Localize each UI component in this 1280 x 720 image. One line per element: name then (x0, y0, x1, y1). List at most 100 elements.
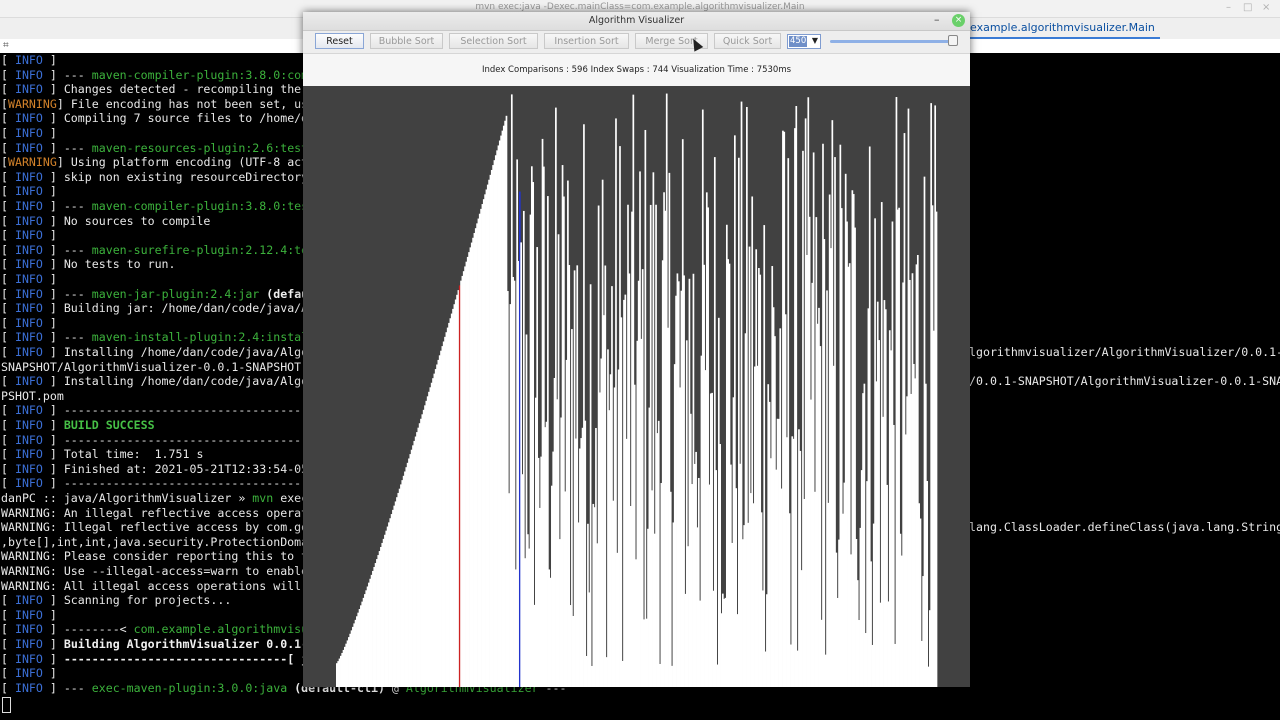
selection-sort-button[interactable]: Selection Sort (449, 33, 538, 49)
terminal-line-continuation: /0.0.1-SNAPSHOT/AlgorithmVisualizer-0.0.… (969, 374, 1280, 389)
terminal-text-segment: [ (1, 593, 15, 608)
terminal-text-segment: [ (1, 680, 15, 695)
terminal-line: [ INFO ] (1, 126, 57, 141)
array-bar (657, 420, 660, 687)
terminal-line: [ INFO ] Finished at: 2021-05-21T12:33:5… (1, 462, 329, 477)
terminal-text-segment: Building AlgorithmVisualizer 0.0.1-SNAP (63, 637, 337, 651)
terminal-line: [ INFO ] --- maven-surefire-plugin:2.12.… (1, 243, 322, 258)
terminal-line: [ INFO ] (1, 272, 57, 287)
terminal-text-segment: [ (1, 476, 15, 491)
terminal-text-segment: INFO (14, 184, 43, 199)
array-bar (644, 129, 647, 687)
terminal-text-segment: INFO (14, 301, 43, 316)
minimize-icon[interactable]: – (934, 13, 940, 26)
terminal-text-segment: ] (42, 53, 64, 67)
terminal-text-segment: [ (1, 315, 15, 330)
terminal-text-segment: ] --- (42, 140, 92, 155)
terminal-text-segment: INFO (14, 593, 43, 608)
array-bar (669, 491, 672, 687)
terminal-line: [ INFO ] Changes detected - recompiling … (1, 82, 336, 97)
visualizer-titlebar[interactable]: Algorithm Visualizer – × (303, 12, 970, 31)
terminal-cursor (2, 697, 11, 713)
minimize-icon[interactable]: – (1226, 2, 1231, 13)
bubble-sort-button[interactable]: Bubble Sort (370, 33, 443, 49)
array-bar (620, 317, 623, 687)
quick-sort-button[interactable]: Quick Sort (714, 33, 781, 49)
terminal-line: [ INFO ] --- maven-compiler-plugin:3.8.0… (1, 68, 329, 83)
terminal-text-segment: INFO (14, 680, 43, 695)
terminal-text-segment: ] ------------------------------------ (42, 403, 316, 418)
terminal-text-segment: ] --- (42, 680, 92, 695)
terminal-text-segment: WARNING: Use --illegal-access=warn to en… (1, 564, 323, 578)
terminal-text-segment: INFO (14, 126, 43, 140)
chevron-down-icon[interactable]: ▼ (812, 36, 818, 45)
terminal-text-segment: BUILD SUCCESS (63, 418, 155, 432)
terminal-text-segment: PSHOT.pom (1, 388, 64, 403)
terminal-text-segment: INFO (14, 169, 43, 184)
terminal-line: [ INFO ] Installing /home/dan/code/java/… (1, 345, 336, 360)
terminal-window-title: mvn exec:java -Dexec.mainClass=com.examp… (475, 2, 805, 12)
terminal-text-segment: INFO (14, 199, 43, 213)
terminal-text-segment: INFO (14, 257, 43, 272)
close-icon[interactable]: × (952, 14, 965, 27)
terminal-text-segment: [ (1, 82, 15, 97)
terminal-text-segment: INFO (14, 461, 43, 476)
insertion-sort-button[interactable]: Insertion Sort (544, 33, 629, 49)
terminal-line: [ INFO ] --- maven-install-plugin:2.4:in… (1, 330, 336, 345)
terminal-text-segment: ] No sources to compile (42, 213, 211, 228)
terminal-line: [ INFO ] (1, 666, 57, 681)
terminal-text-segment: INFO (14, 637, 43, 651)
terminal-text-segment: INFO (14, 476, 43, 491)
terminal-text-segment: [ (1, 461, 15, 476)
terminal-line: [ INFO ] (1, 608, 57, 623)
terminal-text-segment: ] No tests to run. (42, 257, 176, 272)
sort-visualization-canvas (303, 86, 970, 687)
terminal-text-segment: INFO (14, 286, 43, 301)
speed-slider-track[interactable] (830, 40, 958, 43)
terminal-text-segment: ] ------------------------------------ (42, 432, 316, 447)
terminal-line: [ INFO ] -------------------------------… (1, 403, 315, 418)
terminal-line: [ INFO ] --- maven-jar-plugin:2.4:jar (d… (1, 287, 336, 302)
menu-icon[interactable]: ⌗ (3, 40, 9, 51)
terminal-text-segment: [ (1, 330, 15, 345)
maximize-icon[interactable]: □ (1243, 2, 1252, 13)
terminal-text-segment: ] Total time: 1.751 s (42, 447, 204, 462)
terminal-line: [ INFO ] Scanning for projects... (1, 593, 231, 608)
terminal-line: [ INFO ] -------------------------------… (1, 652, 322, 667)
speed-slider-thumb[interactable] (948, 35, 959, 46)
terminal-text-segment: ] Installing /home/dan/code/java/Algorit (42, 374, 330, 389)
array-size-select[interactable]: 450 ▼ (787, 34, 821, 49)
terminal-text-segment: [ (1, 184, 15, 199)
terminal-line: [ INFO ] Compiling 7 source files to /ho… (1, 111, 336, 126)
terminal-text-segment: [ (1, 199, 15, 213)
terminal-line-continuation: lang.ClassLoader.defineClass(java.lang.S… (969, 520, 1280, 535)
reset-button[interactable]: Reset (315, 33, 364, 49)
terminal-text-segment: ,byte[],int,int,java.security.Protection… (1, 534, 323, 549)
terminal-line: [ INFO ] --- maven-compiler-plugin:3.8.0… (1, 199, 336, 214)
terminal-text-segment: INFO (14, 330, 43, 345)
terminal-line: ,byte[],int,int,java.security.Protection… (1, 535, 322, 550)
terminal-text-segment: ] ------------------------------------ (42, 476, 316, 491)
terminal-line: [ INFO ] skip non existing resourceDirec… (1, 170, 336, 185)
close-icon[interactable]: × (1262, 2, 1270, 13)
array-bar (935, 211, 938, 687)
terminal-text-segment: maven-install-plugin:2.4:install (91, 330, 316, 345)
terminal-text-segment: [ (1, 53, 15, 67)
terminal-tab[interactable]: example.algorithmvisualizer.Main (970, 21, 1155, 34)
terminal-text-segment: INFO (14, 418, 43, 432)
terminal-text-segment: [ (1, 418, 15, 432)
terminal-text-segment: [ (1, 111, 15, 126)
terminal-text-segment: ] Finished at: 2021-05-21T12:33:54-05:00 (42, 461, 330, 476)
terminal-text-segment: ] Building jar: /home/dan/code/java/Algo (42, 301, 330, 316)
terminal-line: [ INFO ] -------------------------------… (1, 476, 315, 491)
terminal-line-continuation: lgorithmvisualizer/AlgorithmVisualizer/0… (969, 345, 1280, 359)
terminal-line: [ INFO ] (1, 53, 64, 68)
terminal-text-segment: ] (42, 418, 64, 432)
terminal-text-segment: WARNING: All illegal access operations w… (1, 578, 323, 593)
terminal-text-segment: [ (1, 228, 15, 243)
terminal-text-segment: [ (1, 272, 15, 286)
terminal-text-segment: INFO (14, 140, 43, 155)
terminal-text-segment: maven-compiler-plugin:3.8.0:compil (91, 67, 330, 82)
terminal-text-segment: maven-jar-plugin:2.4:jar (91, 286, 260, 301)
terminal-line: [ INFO ] No tests to run. (1, 257, 176, 272)
